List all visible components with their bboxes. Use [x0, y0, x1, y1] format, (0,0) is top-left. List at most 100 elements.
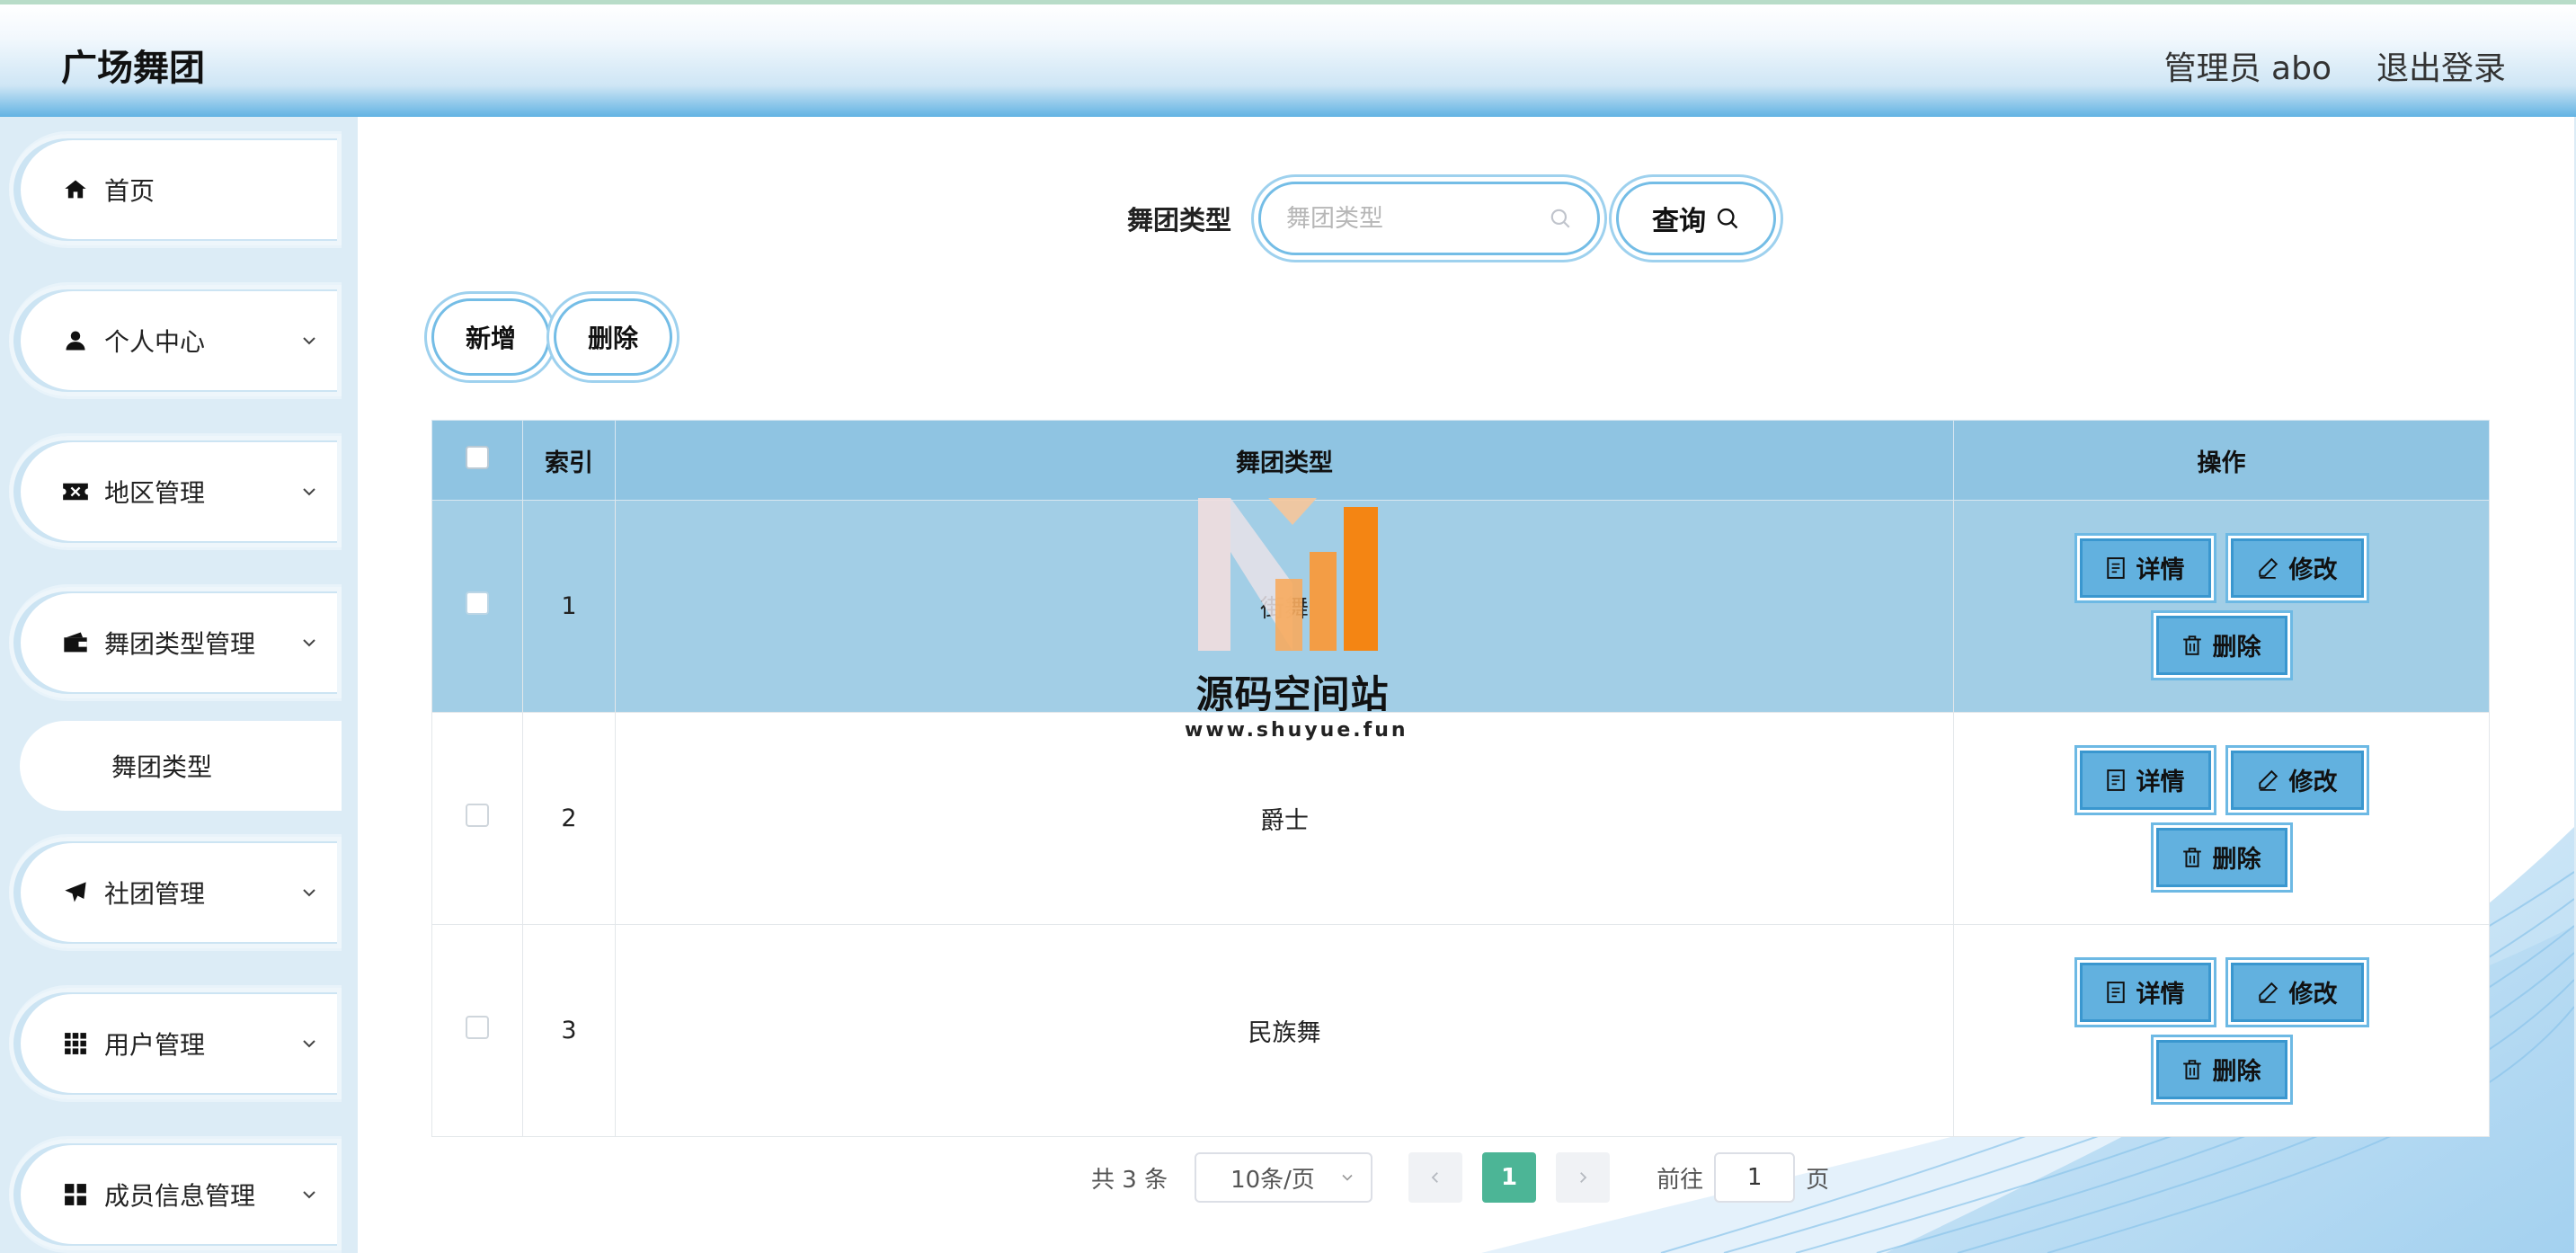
row-index: 1 [522, 500, 616, 713]
sidebar-item-dance-type-management[interactable]: 舞团类型管理 [9, 584, 342, 701]
grid-icon [59, 1027, 92, 1060]
sidebar-item-label: 用户管理 [104, 1030, 206, 1060]
chevron-left-icon [1431, 1172, 1438, 1183]
chevron-right-icon [1580, 1172, 1587, 1183]
row-dance-type: 爵士 [615, 712, 1954, 925]
sidebar-item-label: 首页 [104, 176, 155, 206]
row-index: 2 [522, 712, 616, 925]
batch-delete-button[interactable]: 删除 [554, 298, 672, 376]
detail-button[interactable]: 详情 [2079, 750, 2211, 810]
sidebar-item-region-management[interactable]: 地区管理 [9, 433, 342, 550]
chevron-down-icon [303, 337, 315, 345]
wallet-icon [59, 626, 92, 659]
top-header: 广场舞团 管理员 abo 退出登录 [0, 0, 2576, 117]
row-select-cell [431, 924, 523, 1137]
goto-label: 前往 [1657, 1166, 1704, 1194]
row-dance-type: 民族舞 [615, 924, 1954, 1137]
edit-icon [2258, 557, 2278, 579]
delete-button[interactable]: 删除 [2155, 615, 2287, 675]
detail-label: 详情 [2136, 981, 2185, 1009]
trash-icon [2182, 635, 2201, 655]
trash-icon [2182, 847, 2201, 867]
sidebar: 首页 个人中心 地区管理 舞团类型管理 舞团类型 社团管理 用户管理 成员信息管… [0, 117, 356, 1253]
select-all-checkbox[interactable] [466, 445, 489, 469]
edit-button[interactable]: 修改 [2230, 750, 2364, 810]
row-select-cell [431, 500, 523, 713]
pagination: 共 3 条 10条/页 1 前往 页 [1091, 1151, 1829, 1204]
search-field[interactable] [1258, 182, 1600, 255]
sidebar-item-label: 舞团类型管理 [104, 629, 256, 659]
logout-link[interactable]: 退出登录 [2376, 42, 2506, 89]
edit-icon [2258, 982, 2278, 1003]
app-title: 广场舞团 [61, 48, 205, 89]
search-input[interactable] [1284, 203, 1549, 234]
next-page-button[interactable] [1556, 1152, 1611, 1203]
search-icon [1550, 209, 1570, 228]
row-select-cell [431, 712, 523, 925]
detail-button[interactable]: 详情 [2079, 538, 2211, 598]
sidebar-item-label: 成员信息管理 [104, 1181, 256, 1211]
apps-icon [59, 1178, 92, 1211]
sidebar-item-member-management[interactable]: 成员信息管理 [9, 1136, 342, 1253]
edit-button[interactable]: 修改 [2230, 962, 2364, 1022]
table-header-row: 索引 舞团类型 操作 [431, 420, 2490, 501]
sidebar-item-club-management[interactable]: 社团管理 [9, 834, 342, 951]
chevron-down-icon [303, 1040, 315, 1048]
home-icon [59, 173, 92, 206]
row-checkbox[interactable] [466, 804, 489, 827]
edit-label: 修改 [2288, 769, 2338, 796]
detail-button[interactable]: 详情 [2079, 962, 2211, 1022]
sidebar-item-label: 地区管理 [104, 478, 206, 508]
select-all-cell [431, 420, 523, 501]
add-button[interactable]: 新增 [431, 298, 550, 376]
ticket-icon [59, 475, 92, 508]
row-checkbox[interactable] [466, 1016, 489, 1039]
delete-label: 删除 [2212, 634, 2261, 662]
dance-type-table: 索引 舞团类型 操作 1 街舞 详情 修改 删除 2 爵士 详情 修改 删除 3… [431, 420, 2490, 1137]
user-icon [59, 324, 92, 357]
row-checkbox[interactable] [466, 591, 489, 615]
table-row: 3 民族舞 详情 修改 删除 [431, 924, 2490, 1137]
delete-button[interactable]: 删除 [2155, 1039, 2287, 1099]
table-row: 2 爵士 详情 修改 删除 [431, 712, 2490, 925]
delete-button[interactable]: 删除 [2155, 827, 2287, 887]
table-row: 1 街舞 详情 修改 删除 [431, 500, 2490, 713]
send-icon [59, 876, 92, 909]
column-header-actions: 操作 [1953, 420, 2490, 501]
sidebar-item-user-management[interactable]: 用户管理 [9, 985, 342, 1102]
detail-label: 详情 [2136, 556, 2185, 584]
row-index: 3 [522, 924, 616, 1137]
chevron-down-icon [303, 1191, 315, 1199]
row-actions: 详情 修改 删除 [1953, 712, 2490, 925]
query-button[interactable]: 查询 [1616, 182, 1776, 255]
sidebar-item-personal-center[interactable]: 个人中心 [9, 282, 342, 399]
row-actions: 详情 修改 删除 [1953, 500, 2490, 713]
column-header-index: 索引 [522, 420, 616, 501]
admin-user-label: 管理员 abo [2163, 50, 2332, 87]
chevron-down-icon [303, 488, 315, 496]
trash-icon [2182, 1059, 2201, 1080]
edit-label: 修改 [2288, 556, 2338, 584]
sidebar-item-label: 个人中心 [104, 327, 206, 357]
pagination-total: 共 3 条 [1091, 1166, 1168, 1194]
search-icon [1717, 208, 1738, 229]
chevron-down-icon [1342, 1174, 1353, 1181]
prev-page-button[interactable] [1408, 1152, 1463, 1203]
edit-button[interactable]: 修改 [2230, 538, 2364, 598]
edit-icon [2258, 769, 2278, 791]
page-number-current[interactable]: 1 [1482, 1152, 1537, 1203]
document-icon [2106, 556, 2125, 579]
goto-page-input[interactable] [1714, 1152, 1796, 1203]
delete-label: 删除 [2212, 1058, 2261, 1086]
sidebar-item-label: 社团管理 [104, 879, 206, 909]
page-size-select[interactable]: 10条/页 [1195, 1152, 1373, 1203]
sidebar-subitem-dance-type[interactable]: 舞团类型 [20, 721, 342, 811]
chevron-down-icon [303, 639, 315, 647]
delete-label: 删除 [2212, 846, 2261, 874]
sidebar-item-home[interactable]: 首页 [9, 131, 342, 248]
row-dance-type: 街舞 [615, 500, 1954, 713]
search-label: 舞团类型 [1127, 205, 1232, 235]
main-content: 舞团类型 查询 新增 删除 索引 舞团类型 操作 1 街舞 [358, 117, 2574, 1253]
page-suffix-label: 页 [1806, 1166, 1830, 1194]
query-button-label: 查询 [1652, 206, 1706, 237]
